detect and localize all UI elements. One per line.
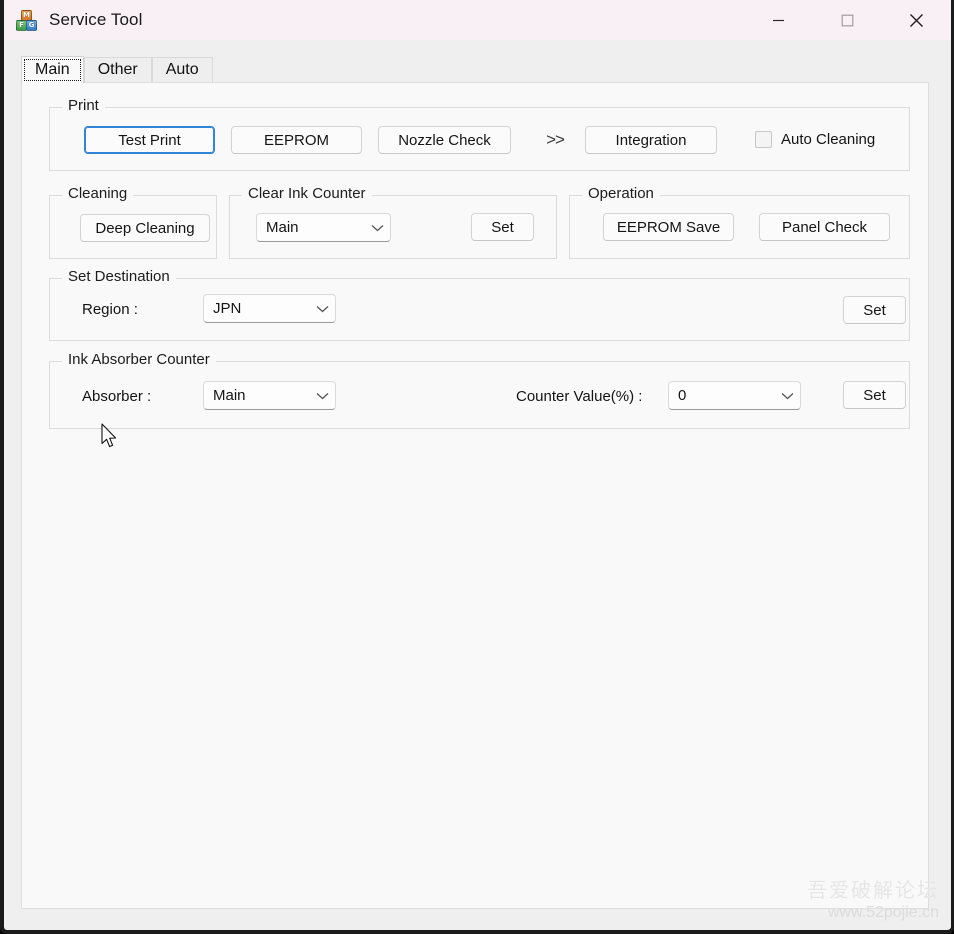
chevron-down-icon[interactable] <box>309 392 335 400</box>
group-ink-absorber-counter: Ink Absorber Counter Absorber : Main Cou… <box>49 351 910 429</box>
tab-page-main: Print Test Print EEPROM Nozzle Check >> … <box>21 82 929 909</box>
absorber-select[interactable]: Main <box>203 381 336 410</box>
block-top: M <box>21 9 32 21</box>
auto-cleaning-checkbox[interactable] <box>755 131 772 148</box>
tab-strip: Main Other Auto <box>21 56 213 83</box>
absorber-value: Main <box>213 387 246 404</box>
watermark-chinese-text: 吾爱破解论坛 <box>807 878 939 902</box>
clear-ink-counter-value: Main <box>266 219 299 236</box>
absorber-label: Absorber : <box>82 388 152 405</box>
group-operation-legend: Operation <box>582 185 660 202</box>
group-clear-ink-counter: Clear Ink Counter Main Set <box>229 185 557 259</box>
region-value: JPN <box>213 300 242 317</box>
counter-value-value: 0 <box>678 387 687 404</box>
integration-button[interactable]: Integration <box>585 126 717 154</box>
eeprom-save-button[interactable]: EEPROM Save <box>603 213 734 241</box>
auto-cleaning-label: Auto Cleaning <box>781 131 876 148</box>
chevron-down-icon[interactable] <box>364 224 390 232</box>
tab-other[interactable]: Other <box>83 57 152 82</box>
watermark-url: www.52pojie.cn <box>827 904 939 921</box>
close-icon[interactable] <box>882 0 951 40</box>
chevron-down-icon[interactable] <box>309 305 335 313</box>
minimize-icon[interactable] <box>744 0 813 40</box>
group-print: Print Test Print EEPROM Nozzle Check >> … <box>49 97 910 171</box>
window-controls <box>744 0 951 40</box>
region-select[interactable]: JPN <box>203 294 336 323</box>
region-label: Region : <box>82 301 138 318</box>
application-window: M F G Service Tool Main Other Auto Print… <box>0 0 954 934</box>
nozzle-check-button[interactable]: Nozzle Check <box>378 126 511 154</box>
group-set-destination: Set Destination Region : JPN Set <box>49 268 910 341</box>
tab-main-label: Main <box>35 61 70 78</box>
deep-cleaning-button[interactable]: Deep Cleaning <box>80 214 210 242</box>
tab-other-label: Other <box>97 61 138 78</box>
group-ink-absorber-counter-legend: Ink Absorber Counter <box>62 351 216 368</box>
window-title: Service Tool <box>49 10 143 29</box>
counter-value-select[interactable]: 0 <box>668 381 801 410</box>
group-cleaning-legend: Cleaning <box>62 185 134 202</box>
tab-main[interactable]: Main <box>21 56 84 83</box>
group-print-legend: Print <box>62 97 105 114</box>
toy-blocks-icon: M F G <box>16 9 38 32</box>
test-print-button[interactable]: Test Print <box>84 126 215 154</box>
group-cleaning: Cleaning Deep Cleaning <box>49 185 217 259</box>
group-set-destination-legend: Set Destination <box>62 268 176 285</box>
title-bar[interactable]: M F G Service Tool <box>4 0 951 40</box>
group-operation: Operation EEPROM Save Panel Check <box>569 185 910 259</box>
set-destination-set-button[interactable]: Set <box>843 296 906 324</box>
block-bottom-right: G <box>26 19 37 31</box>
counter-value-label: Counter Value(%) : <box>516 388 643 405</box>
clear-ink-counter-select[interactable]: Main <box>256 213 391 242</box>
clear-ink-counter-set-button[interactable]: Set <box>471 213 534 241</box>
auto-cleaning-checkbox-row[interactable]: Auto Cleaning <box>755 131 875 148</box>
watermark: 吾爱破解论坛 www.52pojie.cn <box>807 874 939 922</box>
tab-auto[interactable]: Auto <box>151 57 213 82</box>
tab-auto-label: Auto <box>165 61 199 78</box>
panel-check-button[interactable]: Panel Check <box>759 213 890 241</box>
group-clear-ink-counter-legend: Clear Ink Counter <box>242 185 372 202</box>
ink-absorber-set-button[interactable]: Set <box>843 381 906 409</box>
maximize-icon[interactable] <box>813 0 882 40</box>
more-options-chevrons[interactable]: >> <box>540 126 570 154</box>
eeprom-button[interactable]: EEPROM <box>231 126 362 154</box>
chevron-down-icon[interactable] <box>774 392 800 400</box>
